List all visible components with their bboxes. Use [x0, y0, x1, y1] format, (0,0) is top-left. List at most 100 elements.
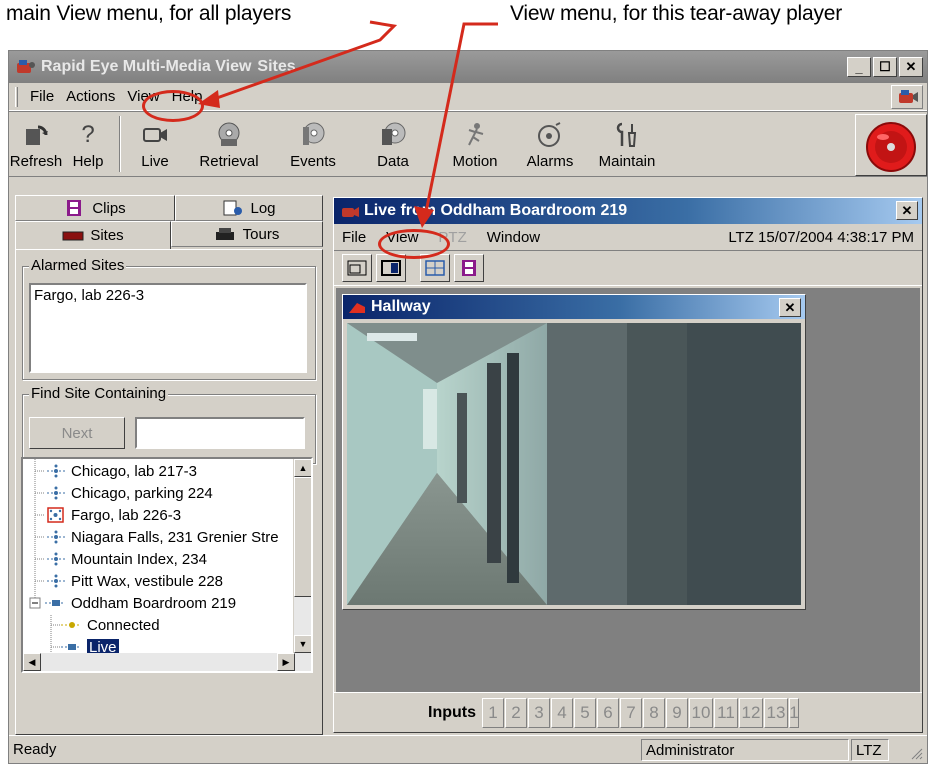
- scroll-left-arrow-icon[interactable]: ◀: [23, 653, 41, 671]
- tab-log-label: Log: [250, 199, 276, 217]
- tree-node-label: Connected: [87, 616, 160, 634]
- hallway-video-feed[interactable]: [347, 323, 801, 605]
- input-button[interactable]: 4: [551, 697, 573, 728]
- minimize-button[interactable]: _: [847, 57, 871, 77]
- close-button[interactable]: ✕: [899, 57, 923, 77]
- input-button[interactable]: 1: [482, 697, 504, 728]
- scroll-down-arrow-icon[interactable]: ▼: [294, 635, 311, 653]
- annotation-main-view: main View menu, for all players: [6, 2, 292, 25]
- sites-icon: [62, 228, 84, 244]
- scroll-thumb[interactable]: [294, 477, 311, 597]
- scroll-right-arrow-icon[interactable]: ▶: [277, 653, 295, 671]
- tab-clips[interactable]: Clips: [15, 195, 175, 221]
- find-site-label: Find Site Containing: [29, 385, 169, 402]
- network-node-icon: [45, 464, 67, 478]
- live-window-title: Live from Oddham Boardroom 219: [364, 202, 628, 219]
- tree-node-label: Niagara Falls, 231 Grenier Stre: [71, 528, 279, 546]
- refresh-label: Refresh: [9, 153, 63, 170]
- motion-button[interactable]: Motion: [435, 114, 515, 176]
- tree-horizontal-scrollbar[interactable]: ◀ ▶: [23, 653, 295, 671]
- retrieval-button[interactable]: Retrieval: [183, 114, 275, 176]
- input-button[interactable]: 9: [666, 697, 688, 728]
- clip-view-icon[interactable]: [454, 254, 484, 282]
- connection-icon: [61, 618, 83, 632]
- tree-node-label: Oddham Boardroom 219: [71, 594, 237, 612]
- refresh-button[interactable]: Refresh: [9, 114, 63, 176]
- hallway-title-bar[interactable]: Hallway ✕: [343, 295, 805, 319]
- hallway-close-button[interactable]: ✕: [779, 298, 801, 317]
- live-button[interactable]: Live: [127, 114, 183, 176]
- live-camera-icon: [140, 121, 170, 149]
- toolbar-separator: [119, 116, 121, 172]
- live-title-bar[interactable]: Live from Oddham Boardroom 219 ✕: [334, 198, 922, 224]
- input-button[interactable]: 5: [574, 697, 596, 728]
- input-button[interactable]: 3: [528, 697, 550, 728]
- tab-sites[interactable]: Sites: [15, 221, 171, 249]
- tab-log[interactable]: Log: [175, 195, 323, 221]
- data-disc-icon: [378, 121, 408, 149]
- alarmed-sites-group: Alarmed Sites Fargo, lab 226-3: [22, 257, 316, 380]
- hallway-camera-window: Hallway ✕: [342, 294, 806, 610]
- tours-icon: [215, 226, 237, 242]
- network-node-icon: [45, 574, 67, 588]
- alarmed-site-item[interactable]: Fargo, lab 226-3: [31, 285, 305, 306]
- data-button[interactable]: Data: [351, 114, 435, 176]
- running-figure-icon: [460, 121, 490, 149]
- input-button[interactable]: 10: [689, 697, 713, 728]
- network-node-icon: [45, 552, 67, 566]
- highlight-main-view: [142, 90, 204, 122]
- input-button[interactable]: 8: [643, 697, 665, 728]
- scroll-up-arrow-icon[interactable]: ▲: [294, 459, 311, 477]
- alarmed-sites-list[interactable]: Fargo, lab 226-3: [29, 283, 307, 373]
- input-button[interactable]: 6: [597, 697, 619, 728]
- tree-node-label: Chicago, parking 224: [71, 484, 213, 502]
- input-button[interactable]: 12: [739, 697, 763, 728]
- input-button[interactable]: 1: [789, 697, 799, 728]
- live-timestamp: LTZ 15/07/2004 4:38:17 PM: [728, 228, 914, 246]
- status-user: Administrator: [641, 739, 849, 761]
- tree-child-node[interactable]: Connected: [61, 614, 160, 636]
- tree-node[interactable]: Niagara Falls, 231 Grenier Stre: [45, 526, 279, 548]
- menu-file[interactable]: File: [24, 88, 60, 105]
- live-menu-file[interactable]: File: [342, 229, 366, 246]
- camera-icon: [340, 203, 360, 219]
- live-menu-window[interactable]: Window: [487, 229, 540, 246]
- camera-menu-icon[interactable]: [891, 85, 923, 109]
- tab-clips-label: Clips: [92, 199, 126, 217]
- find-site-input[interactable]: [135, 417, 305, 449]
- tree-node[interactable]: Chicago, lab 217-3: [45, 460, 197, 482]
- maintain-button[interactable]: Maintain: [585, 114, 669, 176]
- tree-node-expanded[interactable]: Oddham Boardroom 219: [45, 592, 236, 614]
- motion-label: Motion: [452, 153, 498, 170]
- menu-actions[interactable]: Actions: [60, 88, 121, 105]
- next-button[interactable]: Next: [29, 417, 125, 449]
- site-tree[interactable]: Chicago, lab 217-3 Chicago, parking 224 …: [21, 457, 313, 673]
- input-button[interactable]: 7: [620, 697, 642, 728]
- camera-app-icon: [15, 57, 37, 77]
- network-node-icon: [45, 530, 67, 544]
- input-button[interactable]: 13: [764, 697, 788, 728]
- find-site-group: Find Site Containing Next: [22, 385, 316, 464]
- input-button[interactable]: 2: [505, 697, 527, 728]
- live-close-button[interactable]: ✕: [896, 201, 918, 220]
- window-title: Rapid Eye Multi-Media View: [41, 58, 252, 75]
- resize-grip-icon[interactable]: [909, 746, 923, 760]
- window-title-suffix: Sites: [257, 58, 296, 75]
- maximize-button[interactable]: ☐: [873, 57, 897, 77]
- tree-node[interactable]: Mountain Index, 234: [45, 548, 207, 570]
- tree-node[interactable]: Chicago, parking 224: [45, 482, 213, 504]
- tree-node[interactable]: Pitt Wax, vestibule 228: [45, 570, 223, 592]
- events-button[interactable]: Events: [275, 114, 351, 176]
- alarm-siren-button[interactable]: [855, 114, 927, 176]
- menu-grip: [15, 86, 18, 107]
- tree-vertical-scrollbar[interactable]: ▲ ▼: [293, 459, 311, 671]
- tree-node-alarmed[interactable]: Fargo, lab 226-3: [45, 504, 181, 526]
- alarms-button[interactable]: Alarms: [515, 114, 585, 176]
- alarmed-sites-label: Alarmed Sites: [29, 257, 127, 274]
- input-button[interactable]: 11: [714, 697, 738, 728]
- single-view-icon[interactable]: [342, 254, 372, 282]
- alarms-label: Alarms: [526, 153, 574, 170]
- tab-tours[interactable]: Tours: [171, 221, 323, 247]
- help-button[interactable]: ? Help: [63, 114, 113, 176]
- retrieval-disc-icon: [214, 121, 244, 149]
